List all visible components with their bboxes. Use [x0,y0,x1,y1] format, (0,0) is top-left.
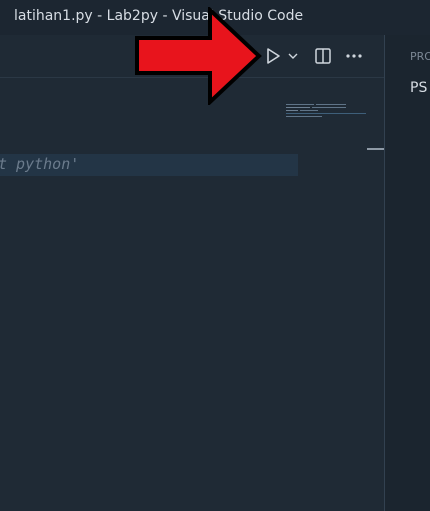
run-dropdown-button[interactable] [285,44,301,68]
more-actions-button[interactable] [342,44,366,68]
terminal-prompt[interactable]: PS [410,80,427,96]
split-editor-button[interactable] [311,44,335,68]
minimap[interactable] [286,104,366,118]
terminal-panel: PRO PS [385,35,430,511]
split-editor-icon [315,48,331,64]
play-icon [267,48,280,64]
ellipsis-icon [346,54,362,58]
panel-tab-problems[interactable]: PRO [410,50,430,63]
overview-ruler-marker [367,148,384,150]
red-arrow-icon [135,7,262,105]
chevron-down-icon [288,53,298,59]
code-line[interactable]: t python' [0,155,79,173]
run-python-button[interactable] [262,44,284,68]
code-editor[interactable]: t python' [0,78,384,511]
